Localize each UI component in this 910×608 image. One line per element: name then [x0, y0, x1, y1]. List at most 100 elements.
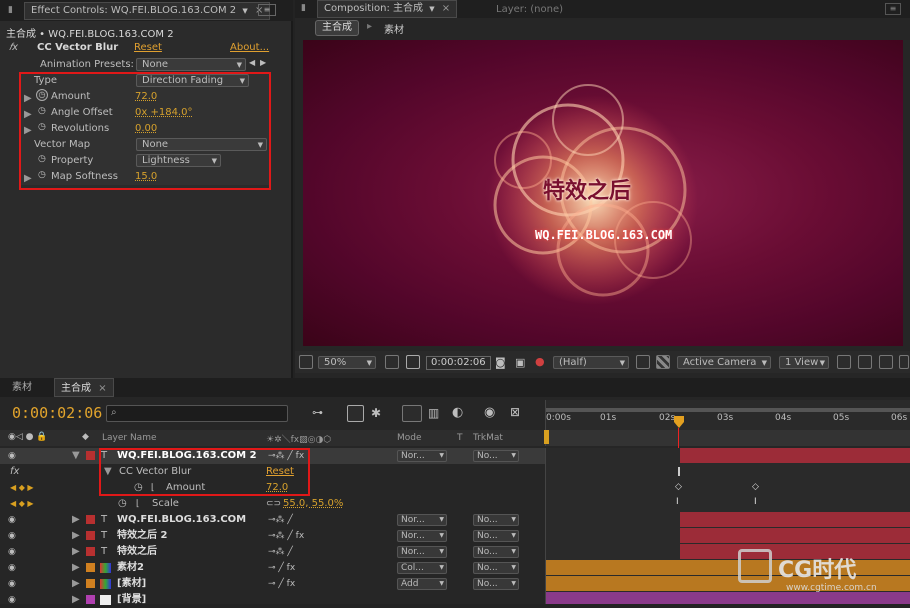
- tab-timeline-main[interactable]: 主合成 ×: [54, 378, 114, 397]
- visibility-eye-icon[interactable]: ◉: [8, 576, 16, 592]
- layer-3-bar[interactable]: [680, 528, 910, 543]
- layer-switches[interactable]: ⊸ ╱ fx: [268, 576, 295, 592]
- tab-timeline-close-icon[interactable]: ×: [98, 383, 106, 394]
- camera-dropdown[interactable]: Active Camera: [677, 356, 771, 369]
- layer-name[interactable]: 素材2: [117, 560, 144, 576]
- timeline-icon[interactable]: [879, 355, 893, 369]
- mode-header[interactable]: Mode: [397, 433, 422, 443]
- trkmat-dropdown[interactable]: No...: [473, 546, 519, 558]
- amount-keyframe-1[interactable]: ◇: [675, 482, 682, 492]
- resolution-dropdown[interactable]: (Half): [553, 356, 629, 369]
- amount-keyframe-2[interactable]: ◇: [752, 482, 759, 492]
- tab-dropdown-icon[interactable]: ▼: [242, 7, 247, 15]
- label-color-swatch[interactable]: [86, 515, 95, 524]
- label-color-swatch[interactable]: [86, 563, 95, 572]
- visibility-eye-icon[interactable]: ◉: [8, 560, 16, 576]
- visibility-eye-icon[interactable]: ◉: [8, 512, 16, 528]
- label-color-swatch[interactable]: [86, 531, 95, 540]
- comp-menu-icon[interactable]: ≡: [885, 3, 901, 15]
- scale-value[interactable]: 55.0, 55.0%: [283, 496, 343, 512]
- scale-graph-icon[interactable]: ⌊: [136, 496, 140, 512]
- keyframe-start-marker[interactable]: [678, 467, 680, 476]
- tab-comp-close-icon[interactable]: ×: [442, 3, 450, 14]
- layer-1-bar[interactable]: [680, 448, 910, 463]
- zoom-dropdown[interactable]: 50%: [318, 356, 376, 369]
- layer-row-4[interactable]: ◉ ▶ T 特效之后 ⊸⁂ ╱ Nor... No...: [0, 544, 545, 560]
- layer-name[interactable]: 特效之后 2: [117, 528, 167, 544]
- expand-layer-icon[interactable]: ▶: [72, 560, 80, 576]
- effect-name[interactable]: CC Vector Blur: [37, 42, 118, 53]
- expand-layer-icon[interactable]: ▶: [72, 512, 80, 528]
- flowchart-icon[interactable]: [899, 355, 909, 369]
- tab-layer[interactable]: Layer: (none): [490, 0, 569, 19]
- animation-presets-dropdown[interactable]: None: [136, 58, 246, 71]
- layer-7-bar[interactable]: [546, 592, 910, 604]
- trkmat-dropdown[interactable]: No...: [473, 530, 519, 542]
- comp-mini-flowchart-icon[interactable]: ⊶: [312, 406, 323, 419]
- hide-shy-icon[interactable]: [402, 405, 422, 422]
- work-area-start-handle[interactable]: [544, 430, 549, 444]
- preset-next-icon[interactable]: ▶: [260, 58, 266, 67]
- trkmat-dropdown[interactable]: No...: [473, 578, 519, 590]
- trkmat-dropdown[interactable]: No...: [473, 562, 519, 574]
- draft-3d-icon[interactable]: ✱: [371, 406, 381, 420]
- live-update-icon[interactable]: [347, 405, 364, 422]
- expand-layer-icon[interactable]: ▶: [72, 528, 80, 544]
- trkmat-header[interactable]: TrkMat: [473, 433, 503, 443]
- label-color-swatch[interactable]: [86, 579, 95, 588]
- layer-row-7[interactable]: ◉ ▶ [背景]: [0, 592, 545, 608]
- keyframe-nav-icon[interactable]: ◀ ◆ ▶: [10, 480, 34, 496]
- expand-layer-icon[interactable]: ▶: [72, 576, 80, 592]
- timeline-timecode[interactable]: 0:00:02:06: [12, 404, 102, 422]
- fast-preview-icon[interactable]: [858, 355, 872, 369]
- layer-name[interactable]: [素材]: [117, 576, 146, 592]
- frame-blending-icon[interactable]: ▥: [428, 406, 439, 420]
- scale-keyframe-nav-icon[interactable]: ◀ ◆ ▶: [10, 496, 34, 512]
- mask-visibility-icon[interactable]: [406, 355, 420, 369]
- scale-stopwatch-icon[interactable]: ◷: [118, 496, 127, 512]
- layer-name[interactable]: [背景]: [117, 592, 146, 608]
- layer-switches[interactable]: ⊸ ╱ fx: [268, 560, 295, 576]
- trkmat-dropdown[interactable]: No...: [473, 450, 519, 462]
- label-color-swatch[interactable]: [86, 547, 95, 556]
- region-of-interest-icon[interactable]: [636, 355, 650, 369]
- expand-layer-1-icon[interactable]: ▼: [72, 448, 80, 464]
- effect-about-link[interactable]: About...: [230, 42, 269, 53]
- mode-dropdown[interactable]: Add: [397, 578, 447, 590]
- layer-name-header[interactable]: Layer Name: [102, 433, 157, 443]
- tab-comp-dropdown-icon[interactable]: ▼: [429, 5, 434, 13]
- layer-name[interactable]: WQ.FEI.BLOG.163.COM: [117, 512, 246, 528]
- comp-crumb-main[interactable]: 主合成: [315, 20, 359, 36]
- safe-zones-icon[interactable]: [385, 355, 399, 369]
- label-color-swatch[interactable]: [86, 451, 95, 460]
- visibility-eye-icon[interactable]: ◉: [8, 528, 16, 544]
- channel-icon[interactable]: ●: [535, 355, 545, 368]
- time-ruler[interactable]: 0:00s 01s 02s 03s 04s 05s 06s: [544, 400, 910, 446]
- comp-crumb-footage[interactable]: 素材: [384, 21, 404, 36]
- expand-layer-icon[interactable]: ▶: [72, 592, 80, 608]
- toggle-pixel-icon[interactable]: [837, 355, 851, 369]
- mode-dropdown[interactable]: Col...: [397, 562, 447, 574]
- transparency-grid-icon[interactable]: [656, 355, 670, 369]
- always-preview-icon[interactable]: [299, 355, 313, 369]
- mode-dropdown[interactable]: Nor...: [397, 546, 447, 558]
- trkmat-dropdown[interactable]: No...: [473, 514, 519, 526]
- tab-timeline-footage[interactable]: 素材: [6, 378, 38, 397]
- mode-dropdown[interactable]: Nor...: [397, 530, 447, 542]
- snapshot-icon[interactable]: ◙: [495, 356, 506, 369]
- label-color-swatch[interactable]: [86, 595, 95, 604]
- layer-row-2[interactable]: ◉ ▶ T WQ.FEI.BLOG.163.COM ⊸⁂ ╱ Nor... No…: [0, 512, 545, 528]
- preset-prev-icon[interactable]: ◀: [249, 58, 255, 67]
- panel-close-icon[interactable]: ▮: [8, 5, 18, 15]
- show-snapshot-icon[interactable]: ▣: [515, 356, 525, 369]
- expand-layer-icon[interactable]: ▶: [72, 544, 80, 560]
- timeline-search-input[interactable]: ⌕: [106, 405, 288, 422]
- scale-link-icon[interactable]: ⊂⊃: [266, 496, 281, 512]
- mode-dropdown[interactable]: Nor...: [397, 450, 447, 462]
- layer-switches[interactable]: ⊸⁂ ╱ fx: [268, 528, 304, 544]
- tab-composition[interactable]: Composition: 主合成 ▼ ×: [317, 0, 458, 18]
- layer-name[interactable]: 特效之后: [117, 544, 157, 560]
- layer-switches[interactable]: ⊸⁂ ╱: [268, 512, 293, 528]
- visibility-eye-icon[interactable]: ◉: [8, 592, 16, 608]
- comp-lock-icon[interactable]: ▮: [301, 3, 311, 15]
